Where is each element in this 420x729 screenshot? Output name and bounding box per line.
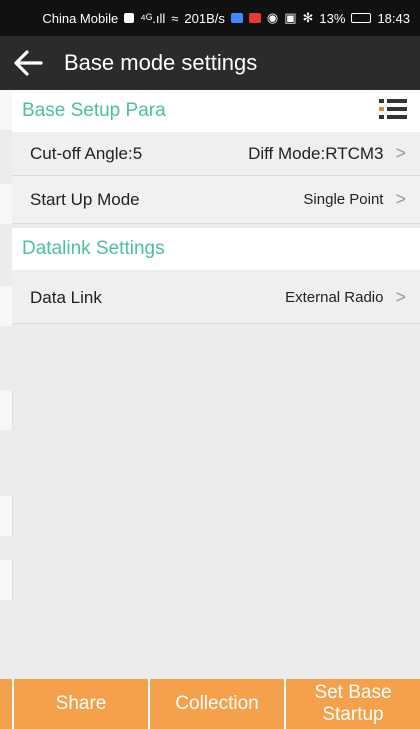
carrier-label: China Mobile <box>42 10 119 26</box>
section-title: Datalink Settings <box>22 238 165 259</box>
set-base-label-line1: Set Base <box>314 682 392 703</box>
hd-icon <box>124 13 135 23</box>
set-base-label-line2: Startup <box>322 704 384 725</box>
app-notification-icon-2 <box>248 13 261 23</box>
status-bar: China Mobile ⁴ᴳ.ıll ≈ 201B/s ◉ ▣ ✻ 13% 1… <box>0 0 420 36</box>
battery-percent: 13% <box>319 10 346 26</box>
page-title: Base mode settings <box>64 50 258 75</box>
data-link-value: External Radio <box>285 289 384 306</box>
section-header-base-setup: Base Setup Para <box>12 90 420 132</box>
section-title: Base Setup Para <box>22 100 166 121</box>
wifi-icon: ≈ <box>171 10 179 26</box>
eye-icon: ◉ <box>266 10 279 25</box>
arrow-left-icon <box>14 50 43 76</box>
start-up-mode-row[interactable]: Start Up Mode Single Point > <box>12 176 420 224</box>
set-base-startup-button[interactable]: Set Base Startup <box>286 679 420 729</box>
nfc-icon: ▣ <box>284 10 297 25</box>
chevron-right-icon: > <box>395 287 406 307</box>
previous-button-edge[interactable] <box>0 679 12 729</box>
start-up-mode-label: Start Up Mode <box>30 189 140 209</box>
clock: 18:43 <box>377 10 410 26</box>
data-link-row[interactable]: Data Link External Radio > <box>12 272 420 324</box>
share-button[interactable]: Share <box>14 679 148 729</box>
app-notification-icon <box>230 13 243 23</box>
signal-icon: ⁴ᴳ.ıll <box>140 10 166 26</box>
app-bar: Base mode settings <box>0 36 420 90</box>
bluetooth-icon: ✻ <box>302 10 314 25</box>
data-link-label: Data Link <box>30 287 102 307</box>
back-button[interactable] <box>0 36 56 90</box>
bottom-action-bar: Share Collection Set Base Startup <box>0 679 420 729</box>
start-up-mode-value: Single Point <box>303 191 384 208</box>
collection-button[interactable]: Collection <box>150 679 284 729</box>
network-speed: 201B/s <box>184 10 225 26</box>
cutoff-angle-label: Cut-off Angle:5 <box>30 143 143 163</box>
chevron-right-icon: > <box>395 189 406 209</box>
battery-icon <box>351 13 372 23</box>
chevron-right-icon: > <box>395 143 406 163</box>
background-panel-edge <box>0 90 13 610</box>
section-header-datalink: Datalink Settings <box>12 228 420 270</box>
list-menu-icon <box>379 99 407 119</box>
diff-mode-value: Diff Mode:RTCM3 <box>248 143 384 163</box>
list-menu-button[interactable] <box>378 96 408 126</box>
cutoff-diffmode-row[interactable]: Cut-off Angle:5 Diff Mode:RTCM3 > <box>12 132 420 176</box>
